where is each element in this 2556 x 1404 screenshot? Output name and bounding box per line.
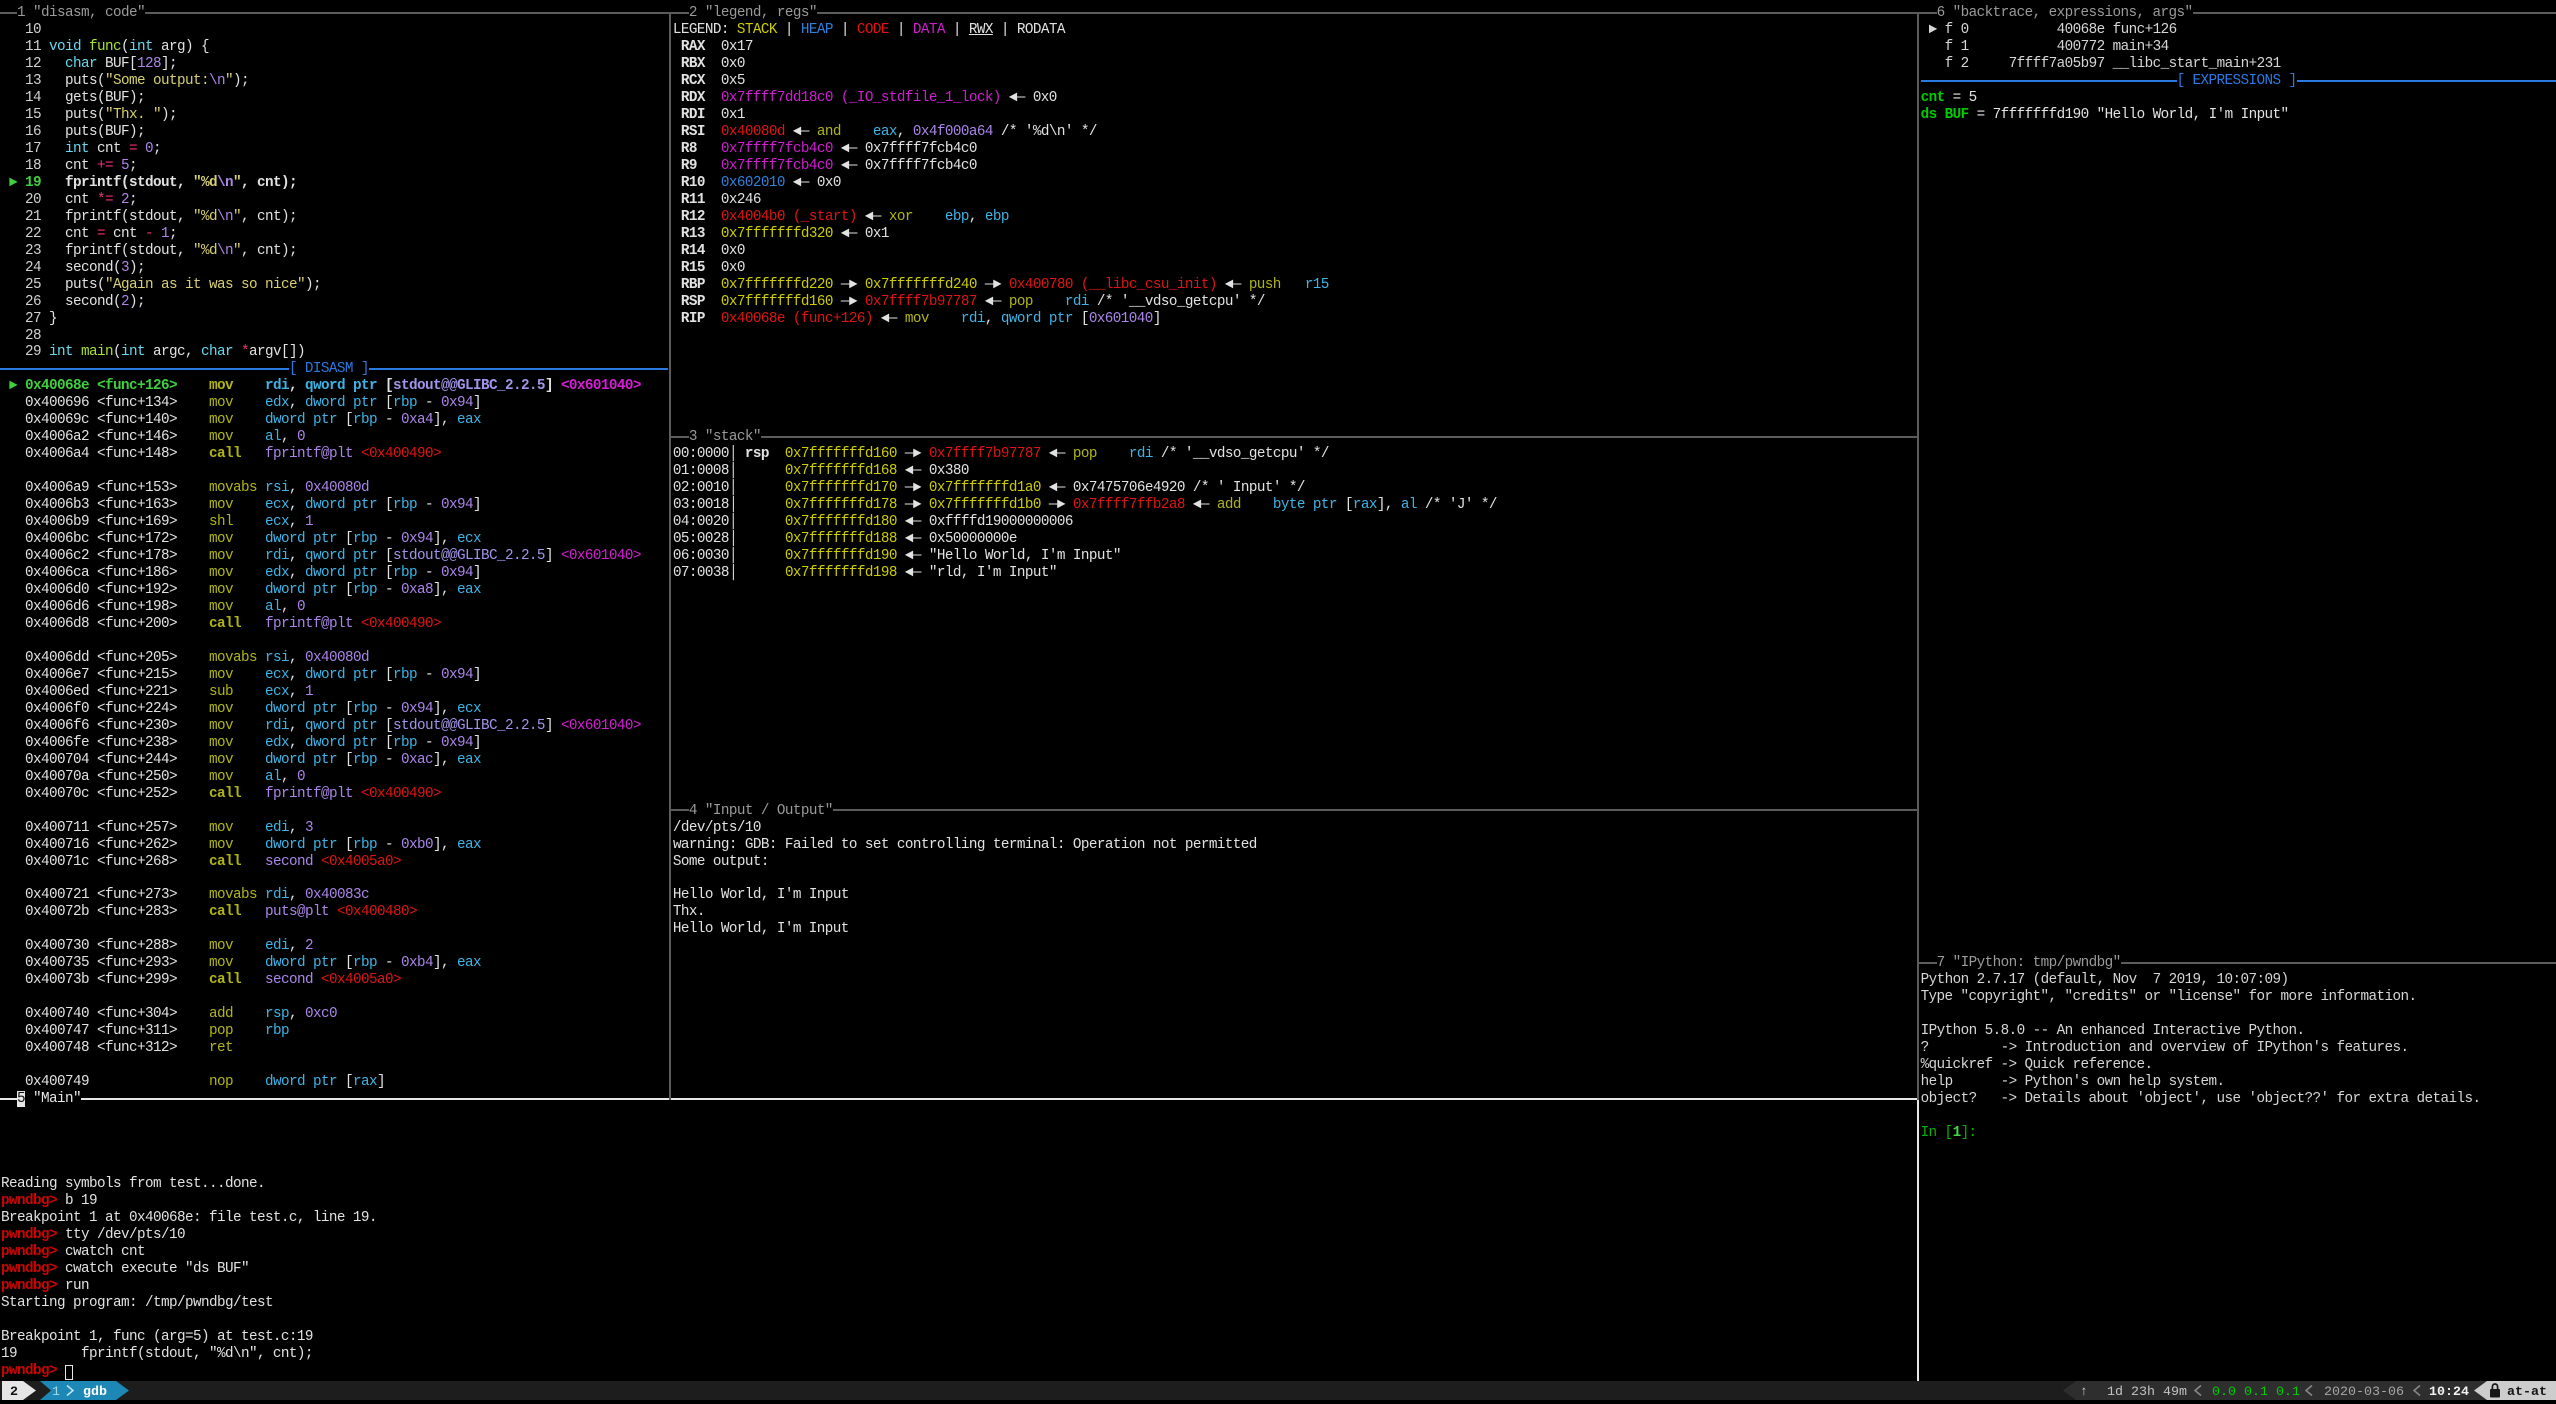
svg-text:at-at: at-at [2507,1385,2547,1400]
svg-text:1: 1 [52,1385,60,1400]
svg-text:gdb: gdb [83,1385,107,1400]
svg-text:0.0 0.1 0.1: 0.0 0.1 0.1 [2212,1385,2300,1400]
svg-text:2: 2 [10,1385,18,1400]
svg-text:1d 23h 49m: 1d 23h 49m [2107,1385,2187,1400]
svg-text:10:24: 10:24 [2429,1385,2469,1400]
svg-text:2020-03-06: 2020-03-06 [2324,1385,2404,1400]
svg-text:↑: ↑ [2080,1385,2088,1400]
